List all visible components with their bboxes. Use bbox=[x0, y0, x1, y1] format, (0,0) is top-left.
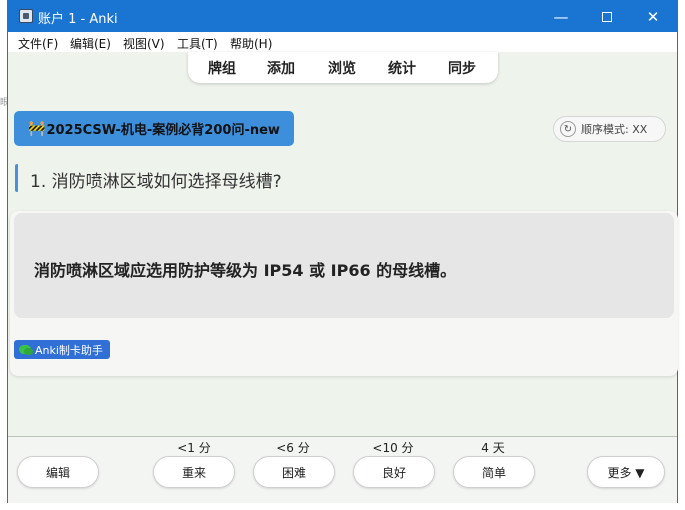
browse-button[interactable]: 浏览 bbox=[328, 58, 356, 78]
menu-file[interactable]: 文件(F) bbox=[18, 35, 58, 52]
title-bar: 账户 1 - Anki — ✕ bbox=[8, 1, 677, 32]
menu-edit[interactable]: 编辑(E) bbox=[70, 35, 111, 52]
minimize-icon: — bbox=[553, 7, 569, 26]
interval-easy: 4 天 bbox=[481, 441, 505, 455]
more-button[interactable]: 更多 ▼ bbox=[587, 456, 665, 488]
refresh-icon: ↻ bbox=[560, 121, 576, 137]
question-accent-bar bbox=[15, 164, 19, 192]
close-icon: ✕ bbox=[646, 7, 660, 26]
deck-name-badge: 🚧 2025CSW-机电-案例必背200问-new bbox=[14, 111, 294, 146]
anki-helper-label: Anki制卡助手 bbox=[35, 343, 103, 357]
review-bottom-bar: 编辑 <1 分 重来 <6 分 困难 <10 分 良好 4 天 简单 更多 ▼ bbox=[8, 437, 677, 503]
menu-help[interactable]: 帮助(H) bbox=[230, 35, 272, 52]
anki-window: 账户 1 - Anki — ✕ 文件(F) 编辑(E) 视图(V) 工具(T) … bbox=[7, 0, 678, 503]
construction-icon: 🚧 bbox=[28, 120, 46, 137]
card-answer: 消防喷淋区域应选用防护等级为 IP54 或 IP66 的母线槽。 bbox=[34, 261, 457, 280]
menu-view[interactable]: 视图(V) bbox=[123, 35, 165, 52]
minimize-button[interactable]: — bbox=[538, 1, 584, 32]
menu-bar: 文件(F) 编辑(E) 视图(V) 工具(T) 帮助(H) bbox=[8, 32, 677, 52]
window-title: 账户 1 - Anki bbox=[38, 12, 118, 27]
deck-name: 2025CSW-机电-案例必背200问-new bbox=[46, 123, 280, 138]
decks-button[interactable]: 牌组 bbox=[208, 58, 236, 78]
main-toolbar: 牌组 添加 浏览 统计 同步 bbox=[188, 52, 498, 83]
order-mode-button[interactable]: ↻ 顺序模式: XX bbox=[553, 116, 666, 142]
add-button[interactable]: 添加 bbox=[267, 58, 295, 78]
card-question: 1. 消防喷淋区域如何选择母线槽? bbox=[30, 172, 282, 192]
order-mode-label: 顺序模式: XX bbox=[581, 123, 648, 136]
maximize-button[interactable] bbox=[584, 1, 630, 32]
interval-hard: <6 分 bbox=[276, 441, 310, 455]
hard-button[interactable]: 困难 bbox=[253, 456, 335, 488]
anki-helper-badge[interactable]: Anki制卡助手 bbox=[14, 340, 110, 359]
maximize-icon bbox=[602, 11, 612, 22]
menu-tools[interactable]: 工具(T) bbox=[177, 35, 218, 52]
edit-button[interactable]: 编辑 bbox=[17, 456, 99, 488]
interval-good: <10 分 bbox=[372, 441, 414, 455]
interval-again: <1 分 bbox=[177, 441, 211, 455]
sync-button[interactable]: 同步 bbox=[448, 58, 476, 78]
wechat-icon bbox=[19, 345, 33, 355]
again-button[interactable]: 重来 bbox=[153, 456, 235, 488]
easy-button[interactable]: 简单 bbox=[453, 456, 535, 488]
close-button[interactable]: ✕ bbox=[630, 1, 676, 32]
good-button[interactable]: 良好 bbox=[353, 456, 435, 488]
anki-app-icon bbox=[19, 9, 33, 23]
stats-button[interactable]: 统计 bbox=[388, 58, 416, 78]
